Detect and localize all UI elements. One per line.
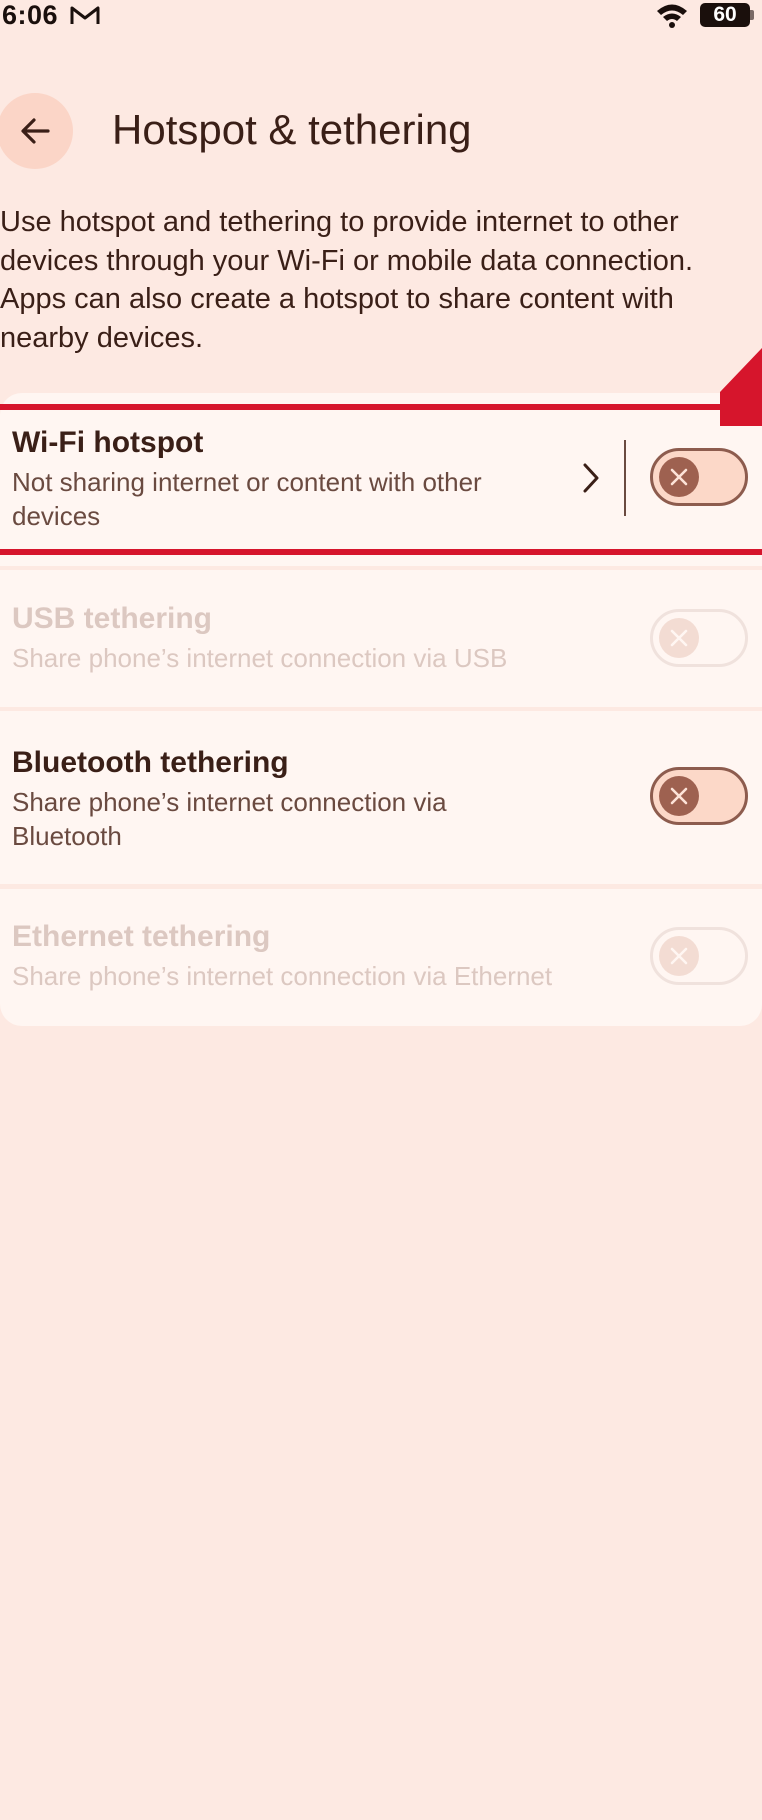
bluetooth-tethering-toggle[interactable]: [650, 767, 748, 825]
gmail-icon: [70, 6, 100, 24]
battery-icon: 60: [700, 3, 750, 27]
ethernet-tethering-title: Ethernet tethering: [12, 920, 271, 953]
toggle-knob: [659, 618, 699, 658]
wifi-icon: [657, 4, 687, 28]
highlight-border-bottom: [0, 549, 762, 555]
back-button[interactable]: [0, 93, 73, 169]
toggle-knob: [659, 776, 699, 816]
toggle-knob: [659, 457, 699, 497]
page-description: Use hotspot and tethering to provide int…: [0, 206, 694, 354]
ethernet-tethering-toggle: [650, 927, 748, 985]
ethernet-tethering-row: Ethernet tethering Share phone’s interne…: [0, 889, 762, 1026]
ethernet-tethering-subtitle: Share phone’s internet connection via Et…: [12, 961, 553, 991]
chevron-right-icon[interactable]: [578, 460, 604, 496]
highlight-marker: [720, 348, 762, 426]
bluetooth-tethering-row[interactable]: Bluetooth tethering Share phone’s intern…: [0, 711, 762, 884]
usb-tethering-subtitle: Share phone’s internet connection via US…: [12, 643, 508, 673]
close-icon: [670, 787, 688, 805]
highlight-border-top: [0, 404, 762, 410]
usb-tethering-row: USB tethering Share phone’s internet con…: [0, 570, 762, 707]
close-icon: [670, 629, 688, 647]
bluetooth-tethering-title: Bluetooth tethering: [12, 746, 289, 779]
wifi-hotspot-subtitle: Not sharing internet or content with oth…: [12, 467, 482, 531]
toggle-knob: [659, 936, 699, 976]
close-icon: [670, 947, 688, 965]
usb-tethering-title: USB tethering: [12, 602, 213, 635]
status-bar: 6:06 60: [0, 0, 762, 32]
bluetooth-tethering-subtitle: Share phone’s internet connection via Bl…: [12, 787, 447, 851]
battery-level: 60: [713, 3, 737, 26]
usb-tethering-toggle: [650, 609, 748, 667]
wifi-hotspot-toggle[interactable]: [650, 448, 748, 506]
wifi-hotspot-row[interactable]: Wi-Fi hotspot Not sharing internet or co…: [0, 393, 762, 566]
row-divider: [624, 440, 626, 516]
battery-tip: [750, 10, 754, 20]
status-time: 6:06: [2, 0, 59, 30]
wifi-hotspot-title: Wi-Fi hotspot: [12, 426, 204, 459]
page-title: Hotspot & tethering: [112, 106, 472, 153]
close-icon: [670, 468, 688, 486]
arrow-back-icon: [21, 118, 50, 144]
